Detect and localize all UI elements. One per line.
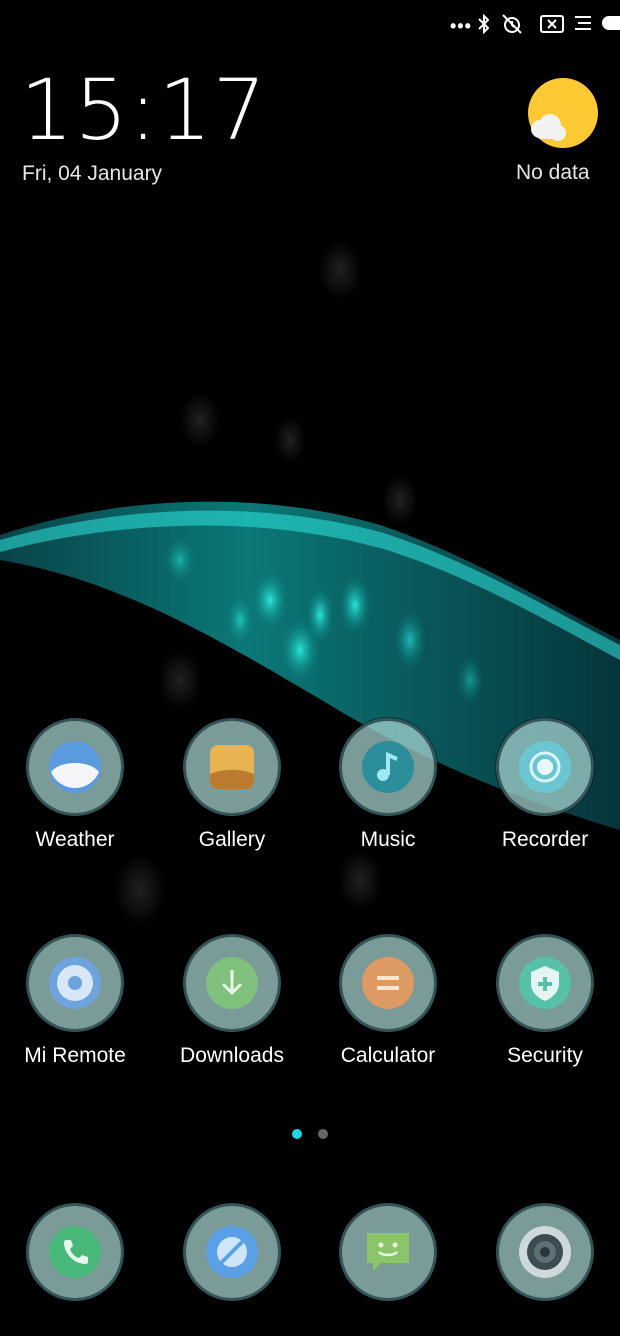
app-label: Security (507, 1044, 583, 1067)
partly-cloudy-sun-icon[interactable] (526, 77, 598, 149)
dock-camera[interactable] (470, 1203, 620, 1301)
gallery-app-icon[interactable] (183, 718, 281, 816)
app-gallery[interactable]: Gallery (157, 718, 307, 852)
app-label: Recorder (501, 828, 589, 851)
menu-icon (575, 16, 591, 30)
alarm-off-icon (502, 14, 522, 34)
recorder-app-icon[interactable] (496, 718, 594, 816)
music-app-icon[interactable] (339, 718, 437, 816)
page-dot-active[interactable] (292, 1129, 302, 1139)
app-music[interactable]: Music (313, 718, 463, 852)
no-sim-icon (540, 15, 564, 33)
app-calculator[interactable]: Calculator (313, 934, 463, 1068)
app-downloads[interactable]: Downloads (157, 934, 307, 1068)
more-dots-icon: ••• (450, 16, 472, 36)
app-label: Downloads (180, 1044, 284, 1067)
camera-icon[interactable] (496, 1203, 594, 1301)
page-indicator[interactable] (292, 1126, 344, 1144)
app-recorder[interactable]: Recorder (470, 718, 620, 852)
app-security[interactable]: Security (470, 934, 620, 1068)
clock-time[interactable]: 15:17 (20, 68, 267, 152)
dock-messaging[interactable] (313, 1203, 463, 1301)
clock-date[interactable]: Fri, 04 January (22, 162, 162, 186)
app-weather[interactable]: Weather (0, 718, 150, 852)
battery-icon (602, 16, 620, 30)
app-label: Weather (35, 828, 115, 851)
page-dot-inactive[interactable] (318, 1129, 328, 1139)
app-label: Calculator (340, 1044, 436, 1067)
weather-status[interactable]: No data (516, 161, 590, 185)
bluetooth-icon (478, 13, 490, 35)
phone-icon[interactable] (26, 1203, 124, 1301)
dock-phone[interactable] (0, 1203, 150, 1301)
download-app-icon[interactable] (183, 934, 281, 1032)
app-label: Music (360, 828, 416, 851)
calculator-app-icon[interactable] (339, 934, 437, 1032)
security-app-icon[interactable] (496, 934, 594, 1032)
app-label: Mi Remote (24, 1044, 126, 1067)
status-bar: ••• (420, 10, 620, 38)
messaging-icon[interactable] (339, 1203, 437, 1301)
remote-app-icon[interactable] (26, 934, 124, 1032)
dock-browser[interactable] (157, 1203, 307, 1301)
browser-icon[interactable] (183, 1203, 281, 1301)
app-label: Gallery (198, 828, 266, 851)
app-mi-remote[interactable]: Mi Remote (0, 934, 150, 1068)
weather-app-icon[interactable] (26, 718, 124, 816)
